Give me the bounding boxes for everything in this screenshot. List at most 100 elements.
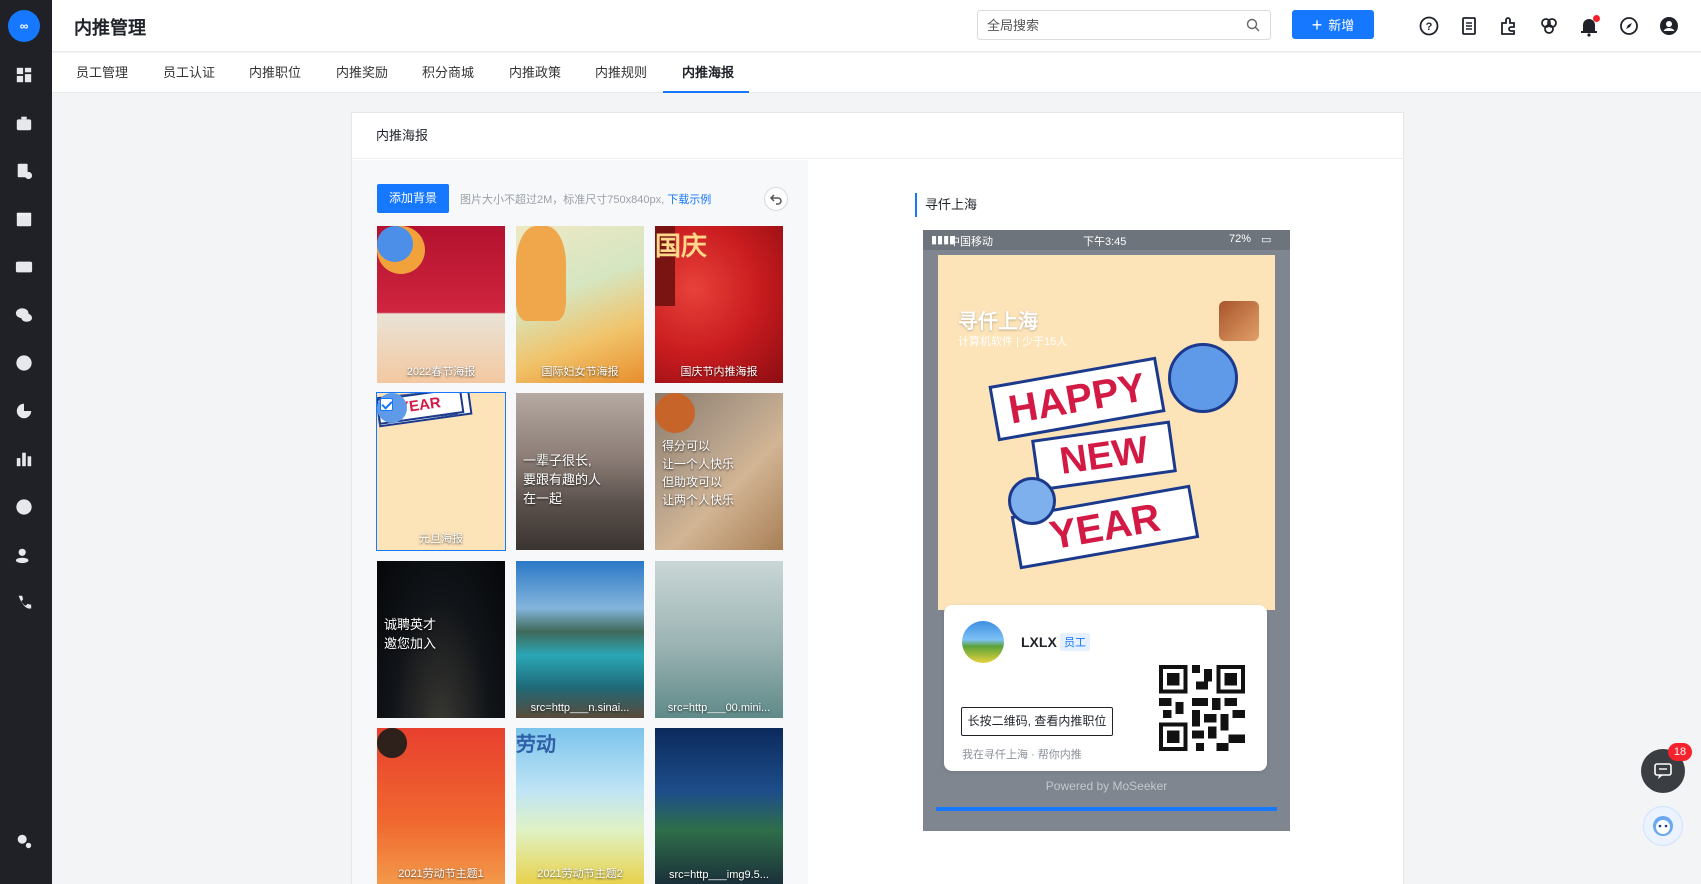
team-icon[interactable] — [14, 545, 34, 565]
undo-icon — [769, 194, 782, 205]
poster-thumbnail[interactable]: 劳动 2021劳动节主题2 — [516, 728, 644, 884]
briefcase-icon[interactable] — [14, 113, 34, 133]
document-icon[interactable] — [1458, 15, 1480, 37]
thumbnail-caption: 2021劳动节主题2 — [537, 868, 623, 880]
poster-preview-phone: ▮▮▮▮ 中国移动 下午3:45 72% ▭ 寻仟上海 计算机软件 | 少于15… — [923, 230, 1290, 831]
poster-preview: 寻仟上海 计算机软件 | 少于15人 HAPPY NEW YEAR — [938, 255, 1275, 610]
tab-points-mall[interactable]: 积分商城 — [422, 53, 474, 93]
poster-card: 内推海报 添加背景 图片大小不超过2M，标准尺寸750x840px, 下载示例 … — [351, 112, 1404, 884]
user-role-badge: 员工 — [1060, 633, 1090, 651]
company-logo — [1219, 301, 1259, 341]
puzzle-icon[interactable] — [1498, 15, 1520, 37]
chat-unread-badge: 18 — [1668, 743, 1692, 761]
id-card-icon[interactable] — [14, 257, 34, 277]
add-new-button[interactable]: + 新增 — [1292, 10, 1374, 39]
thumbnail-caption: 元旦海报 — [419, 533, 463, 545]
side-rail: ∞ — [0, 0, 52, 884]
poster-thumbnail[interactable]: src=http___img9.5... — [655, 728, 783, 884]
active-tab-indicator — [663, 91, 749, 93]
poster-thumbnail[interactable]: 2021劳动节主题1 — [377, 728, 505, 884]
share-card: LXLX 员工 长按二维码, 查看内推职位 我在寻仟上海 · 帮你内推 — [944, 605, 1267, 771]
mascot-small — [1008, 477, 1056, 525]
svg-text:?: ? — [1426, 21, 1433, 33]
upload-hint-text: 图片大小不超过2M，标准尺寸750x840px, — [460, 194, 665, 206]
assistant-bot-button[interactable] — [1643, 806, 1683, 846]
poster-thumbnail[interactable]: 国际妇女节海报 — [516, 226, 644, 383]
user-avatar — [962, 621, 1004, 663]
background-picker: 添加背景 图片大小不超过2M，标准尺寸750x840px, 下载示例 2022春… — [352, 160, 808, 884]
tab-referral-policy[interactable]: 内推政策 — [509, 53, 561, 93]
poster-company-meta: 计算机软件 | 少于15人 — [958, 336, 1068, 348]
user-name: LXLX — [1021, 634, 1057, 650]
battery-icon: ▭ — [1261, 234, 1272, 246]
thumbnail-caption: 国庆节内推海报 — [680, 366, 758, 378]
card-title: 内推海报 — [352, 113, 1403, 159]
app-logo[interactable]: ∞ — [8, 10, 40, 42]
thumbs-up-icon[interactable] — [14, 353, 34, 373]
upload-hint: 图片大小不超过2M，标准尺寸750x840px, 下载示例 — [460, 191, 711, 207]
qr-code — [1159, 665, 1245, 751]
status-time: 下午3:45 — [1083, 236, 1127, 248]
tab-referral-jobs[interactable]: 内推职位 — [249, 53, 301, 93]
thumbnail-overlay-text: 一辈子很长, 要跟有趣的人 在一起 — [523, 453, 602, 506]
poster-thumbnail[interactable]: 诚聘英才 邀您加入 — [377, 561, 505, 718]
thumbnail-caption: src=http___img9.5... — [669, 869, 769, 881]
sub-nav: 员工管理 员工认证 内推职位 内推奖励 积分商城 内推政策 内推规则 内推海报 — [52, 53, 1701, 93]
phone-status-bar: ▮▮▮▮ 中国移动 下午3:45 72% ▭ — [923, 230, 1290, 250]
tab-employee-certification[interactable]: 员工认证 — [163, 53, 215, 93]
thumbnail-caption: 国际妇女节海报 — [541, 366, 619, 378]
scan-qr-hint: 长按二维码, 查看内推职位 — [961, 707, 1113, 736]
clover-icon[interactable] — [1538, 15, 1560, 37]
pie-chart-icon[interactable] — [14, 401, 34, 421]
thumbnail-caption: 2022春节海报 — [406, 366, 476, 378]
undo-button[interactable] — [764, 187, 788, 211]
global-search[interactable] — [977, 10, 1271, 40]
search-icon[interactable] — [1246, 18, 1260, 32]
notification-dot — [1593, 15, 1600, 22]
poster-thumbnail[interactable]: 得分可以 让一个人快乐 但助攻可以 让两个人快乐 — [655, 393, 783, 550]
add-new-label: 新增 — [1328, 18, 1355, 33]
thumbnail-caption: src=http___n.sinai... — [530, 702, 630, 714]
settings-icon[interactable] — [14, 831, 34, 851]
carrier-label: 中国移动 — [949, 236, 993, 248]
add-background-button[interactable]: 添加背景 — [377, 184, 449, 213]
powered-by: Powered by MoSeeker — [1045, 779, 1168, 793]
poster-company-name: 寻仟上海 — [958, 311, 1038, 333]
poster-thumbnail[interactable]: 2022春节海报 — [377, 226, 505, 383]
mascot-figure — [1168, 343, 1238, 413]
thumbnail-caption: src=http___00.mini... — [667, 702, 771, 714]
wechat-icon[interactable] — [14, 305, 34, 325]
thumbnail-overlay-text: 得分可以 让一个人快乐 但助攻可以 让两个人快乐 — [662, 439, 735, 507]
thumbnail-caption: 2021劳动节主题1 — [398, 868, 484, 880]
poster-thumbnail[interactable]: src=http___n.sinai... — [516, 561, 644, 718]
battery-label: 72% — [1229, 233, 1252, 245]
tab-employee-management[interactable]: 员工管理 — [76, 53, 128, 93]
bell-icon[interactable] — [1578, 15, 1600, 37]
phone-bottom-bar — [936, 807, 1277, 811]
top-bar: 内推管理 + 新增 ? — [52, 0, 1701, 52]
referral-tagline: 我在寻仟上海 · 帮你内推 — [962, 749, 1082, 761]
search-input[interactable] — [978, 11, 1228, 39]
poster-thumbnail[interactable]: 国庆 国庆节内推海报 — [655, 226, 783, 383]
document-search-icon[interactable] — [14, 161, 34, 181]
poster-thumbnail-selected[interactable]: HAPPY NEW YEAR 元旦海报 — [376, 392, 506, 551]
calendar-icon[interactable] — [14, 209, 34, 229]
person-circle-icon[interactable] — [14, 497, 34, 517]
tab-referral-poster[interactable]: 内推海报 — [682, 53, 734, 93]
bar-chart-icon[interactable] — [14, 449, 34, 469]
download-example-link[interactable]: 下载示例 — [667, 194, 711, 206]
help-icon[interactable]: ? — [1418, 15, 1440, 37]
preview-company-label: 寻仟上海 — [915, 193, 977, 217]
poster-thumbnail[interactable]: 一辈子很长, 要跟有趣的人 在一起 — [516, 393, 644, 550]
tab-referral-rules[interactable]: 内推规则 — [595, 53, 647, 93]
chat-icon — [1654, 763, 1672, 779]
selected-checkbox[interactable] — [380, 398, 393, 411]
poster-thumbnail[interactable]: src=http___00.mini... — [655, 561, 783, 718]
compass-icon[interactable] — [1618, 15, 1640, 37]
user-avatar-icon[interactable] — [1658, 15, 1680, 37]
tab-referral-rewards[interactable]: 内推奖励 — [336, 53, 388, 93]
dashboard-icon[interactable] — [14, 65, 34, 85]
thumbnail-overlay-text: 诚聘英才 邀您加入 — [384, 617, 437, 651]
phone-icon[interactable] — [14, 593, 34, 613]
robot-icon — [1653, 816, 1673, 836]
